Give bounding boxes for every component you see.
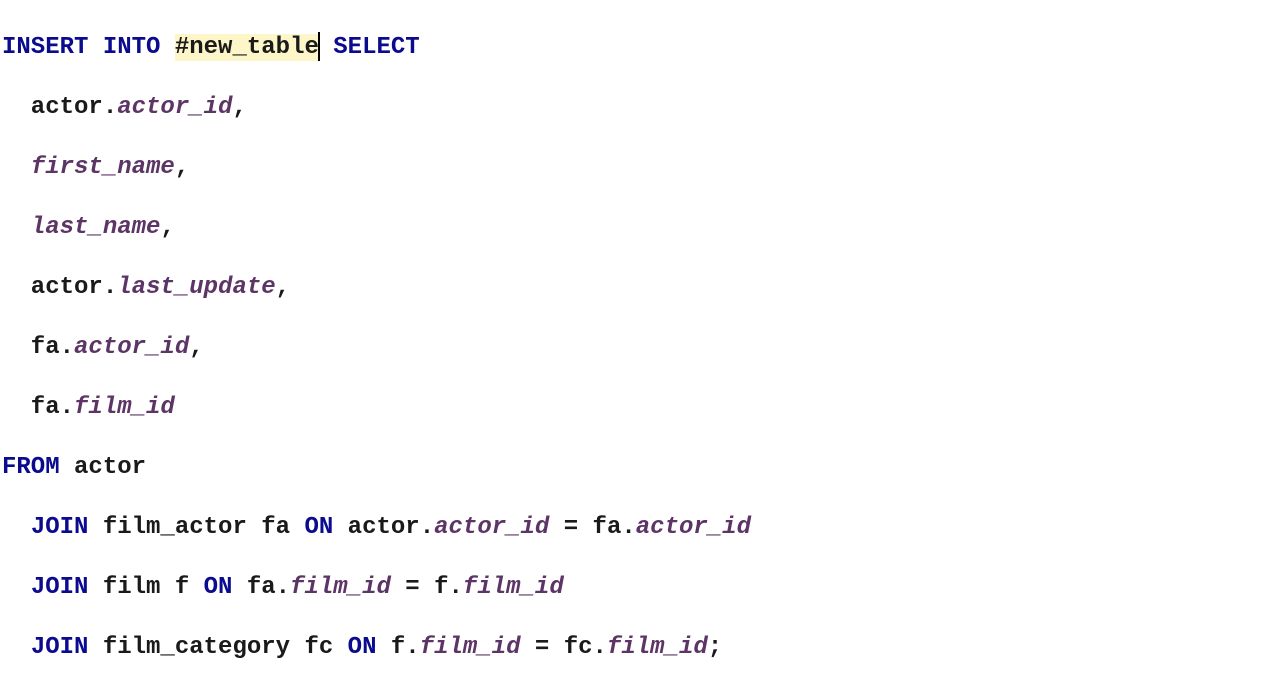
code-line: fa.film_id: [2, 393, 1270, 423]
keyword-join: JOIN: [31, 514, 89, 541]
column-actor-id: actor_id: [117, 94, 232, 121]
column-last-name: last_name: [31, 214, 161, 241]
code-line: JOIN film f ON fa.film_id = f.film_id: [2, 573, 1270, 603]
column-first-name: first_name: [31, 154, 175, 181]
code-line: JOIN film_actor fa ON actor.actor_id = f…: [2, 513, 1270, 543]
code-line: last_name,: [2, 213, 1270, 243]
code-line: actor.actor_id,: [2, 93, 1270, 123]
code-line: FROM actor: [2, 453, 1270, 483]
keyword-on: ON: [348, 634, 377, 661]
keyword-join: JOIN: [31, 574, 89, 601]
keyword-on: ON: [204, 574, 233, 601]
keyword-insert: INSERT: [2, 34, 88, 61]
code-line: fa.actor_id,: [2, 333, 1270, 363]
code-line: first_name,: [2, 153, 1270, 183]
keyword-on: ON: [304, 514, 333, 541]
column-last-update: last_update: [117, 274, 275, 301]
keyword-into: INTO: [103, 34, 161, 61]
code-line: JOIN film_category fc ON f.film_id = fc.…: [2, 633, 1270, 663]
column-fa-actor-id: actor_id: [74, 334, 189, 361]
target-table: #new_table: [175, 34, 319, 61]
column-fa-film-id: film_id: [74, 394, 175, 421]
sql-code-block[interactable]: INSERT INTO #new_table SELECT actor.acto…: [0, 0, 1270, 632]
table-film-category: film_category fc: [88, 634, 347, 661]
code-line: INSERT INTO #new_table SELECT: [2, 32, 1270, 63]
table-film-actor: film_actor fa: [88, 514, 304, 541]
table-actor: actor: [60, 454, 146, 481]
keyword-select: SELECT: [333, 34, 419, 61]
table-film: film f: [88, 574, 203, 601]
code-line: actor.last_update,: [2, 273, 1270, 303]
keyword-from: FROM: [2, 454, 60, 481]
keyword-join: JOIN: [31, 634, 89, 661]
